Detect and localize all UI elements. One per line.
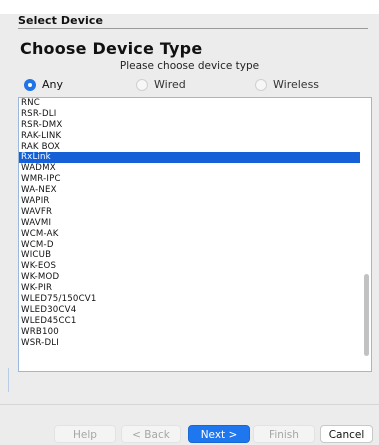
list-item[interactable]: WCM-AK bbox=[19, 229, 360, 240]
radio-any[interactable]: Any bbox=[24, 78, 63, 91]
instruction-text: Please choose device type bbox=[119, 60, 260, 72]
next-button[interactable]: Next > bbox=[188, 425, 250, 443]
list-item[interactable]: WICUB bbox=[19, 250, 360, 261]
device-type-filter: Any Wired Wireless bbox=[0, 78, 379, 94]
list-item[interactable]: RxLink bbox=[19, 152, 360, 164]
list-item[interactable]: WK-PIR bbox=[19, 283, 360, 294]
radio-wired-label: Wired bbox=[154, 78, 186, 91]
radio-checked-icon bbox=[24, 78, 36, 91]
list-item[interactable]: WAVFR bbox=[19, 207, 360, 218]
device-list[interactable]: RNC RSR-DLI RSR-DMX RAK-LINK RAK BOX RxLink WA… bbox=[18, 97, 372, 372]
radio-unchecked-icon bbox=[255, 78, 267, 91]
list-item[interactable]: WK-MOD bbox=[19, 272, 360, 283]
list-scrollbar[interactable] bbox=[364, 274, 369, 356]
list-item[interactable]: RNC bbox=[19, 98, 360, 109]
list-item[interactable]: WCM-D bbox=[19, 240, 360, 251]
list-item[interactable]: RSR-DMX bbox=[19, 120, 360, 131]
list-item[interactable]: WLED45CC1 bbox=[19, 316, 360, 327]
page-heading: Choose Device Type bbox=[20, 39, 203, 58]
finish-button[interactable]: Finish bbox=[253, 425, 315, 443]
list-item[interactable]: WMR-IPC bbox=[19, 174, 360, 185]
help-button[interactable]: Help bbox=[54, 425, 116, 443]
device-list-items: RNC RSR-DLI RSR-DMX RAK-LINK RAK BOX RxLink WA… bbox=[19, 98, 360, 348]
list-item[interactable]: WAPIR bbox=[19, 196, 360, 207]
cancel-button[interactable]: Cancel bbox=[320, 425, 373, 443]
list-item[interactable]: RAK-LINK bbox=[19, 131, 360, 142]
list-item[interactable]: WLED30CV4 bbox=[19, 305, 360, 316]
list-item[interactable]: WRB100 bbox=[19, 327, 360, 338]
radio-any-label: Any bbox=[42, 78, 64, 91]
list-item[interactable]: WADMX bbox=[19, 163, 360, 174]
title-divider bbox=[18, 28, 368, 29]
list-item[interactable]: WAVMI bbox=[19, 218, 360, 229]
top-blank-area bbox=[0, 0, 379, 14]
window-title: Select Device bbox=[18, 14, 104, 27]
radio-wired[interactable]: Wired bbox=[136, 78, 186, 91]
list-item[interactable]: WLED75/150CV1 bbox=[19, 294, 360, 305]
list-item[interactable]: WK-EOS bbox=[19, 261, 360, 272]
left-edge-accent bbox=[8, 368, 9, 392]
back-button[interactable]: < Back bbox=[121, 425, 181, 443]
list-item[interactable]: RAK BOX bbox=[19, 142, 360, 153]
radio-unchecked-icon bbox=[136, 78, 148, 91]
radio-wireless-label: Wireless bbox=[273, 78, 320, 91]
footer-divider bbox=[0, 404, 379, 405]
list-item[interactable]: RSR-DLI bbox=[19, 109, 360, 120]
list-item[interactable]: WA-NEX bbox=[19, 185, 360, 196]
radio-wireless[interactable]: Wireless bbox=[255, 78, 319, 91]
list-item[interactable]: WSR-DLI bbox=[19, 338, 360, 349]
